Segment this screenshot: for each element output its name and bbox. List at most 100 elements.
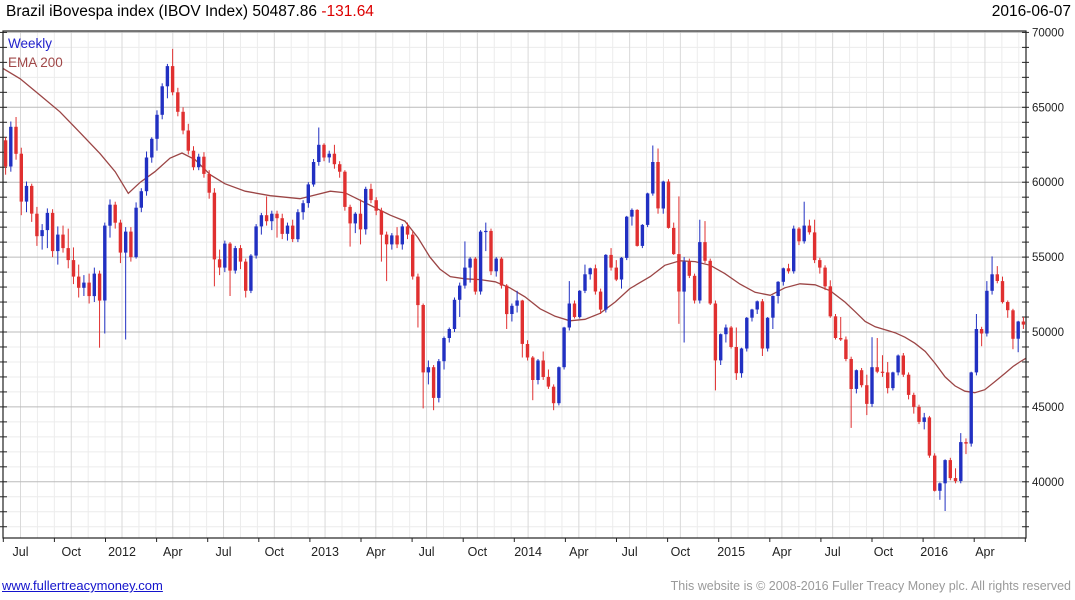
candle-up xyxy=(9,126,13,167)
candle-down xyxy=(264,215,269,222)
candle-up xyxy=(765,317,770,349)
candle-down xyxy=(933,455,937,491)
candle-down xyxy=(912,394,916,407)
candle-up xyxy=(578,290,582,317)
candle-down xyxy=(609,254,613,268)
x-axis-label: 2014 xyxy=(514,545,542,559)
candle-up xyxy=(588,268,592,275)
candle-up xyxy=(938,483,942,491)
candle-up xyxy=(259,215,264,227)
candle-up xyxy=(682,261,686,292)
candle-down xyxy=(635,209,639,246)
candle-down xyxy=(833,316,838,338)
candle-down xyxy=(687,261,691,276)
candle-down xyxy=(395,235,399,245)
candle-down xyxy=(332,153,337,165)
candle-down xyxy=(531,357,535,380)
page-footer: www.fullertreacymoney.com This website i… xyxy=(2,578,1073,598)
candle-up xyxy=(56,234,60,252)
x-axis-label: Jul xyxy=(825,545,841,559)
candle-up xyxy=(959,442,963,481)
candle-up xyxy=(463,267,467,286)
candle-down xyxy=(1000,281,1005,303)
x-axis-label: Jul xyxy=(622,545,638,559)
candle-down xyxy=(71,260,76,277)
candle-up xyxy=(625,216,629,258)
candle-down xyxy=(1006,302,1010,311)
candle-down xyxy=(656,162,660,209)
candle-up xyxy=(985,290,989,334)
x-axis-label: Apr xyxy=(772,545,791,559)
candle-down xyxy=(812,232,817,261)
candle-down xyxy=(828,286,832,317)
candle-up xyxy=(640,224,645,246)
candle-up xyxy=(92,273,96,297)
candle-down xyxy=(880,371,885,373)
candle-down xyxy=(823,267,827,287)
y-axis-label: 70000 xyxy=(1032,27,1064,39)
chart-page: Brazil iBovespa index (IBOV Index) 50487… xyxy=(0,0,1075,600)
candle-up xyxy=(437,361,441,398)
candle-up xyxy=(233,248,237,271)
footer-link[interactable]: www.fullertreacymoney.com xyxy=(2,578,163,593)
candle-down xyxy=(87,282,91,297)
candle-down xyxy=(338,164,342,172)
candle-down xyxy=(703,242,707,261)
candle-down xyxy=(614,267,618,280)
candle-up xyxy=(494,258,498,272)
candle-down xyxy=(677,254,681,292)
x-axis-label: Oct xyxy=(874,545,894,559)
candle-up xyxy=(285,225,290,234)
candle-up xyxy=(854,370,859,389)
candle-down xyxy=(807,225,812,233)
candle-down xyxy=(875,367,879,372)
x-axis-label: 2015 xyxy=(717,545,745,559)
candle-down xyxy=(708,260,712,304)
x-axis-label: Oct xyxy=(62,545,82,559)
candle-down xyxy=(348,206,352,224)
candle-up xyxy=(468,258,472,268)
candle-down xyxy=(379,210,384,235)
candle-down xyxy=(3,140,8,167)
candle-down xyxy=(505,285,509,315)
candle-down xyxy=(572,303,577,317)
x-axis-label: Jul xyxy=(216,545,232,559)
candle-up xyxy=(317,144,321,162)
candle-up xyxy=(870,367,874,404)
chart-legend: Weekly EMA 200 xyxy=(8,34,63,72)
candle-down xyxy=(546,376,551,387)
candle-up xyxy=(426,367,431,373)
candle-up xyxy=(802,225,806,242)
candle-up xyxy=(197,156,201,168)
candle-up xyxy=(1016,321,1020,339)
candle-up xyxy=(442,338,446,362)
candle-down xyxy=(499,258,504,286)
candle-up xyxy=(478,231,483,292)
candle-up xyxy=(270,213,274,222)
candle-down xyxy=(275,213,279,219)
candle-up xyxy=(922,417,926,422)
candle-down xyxy=(186,130,190,151)
candle-down xyxy=(849,359,853,389)
candle-up xyxy=(630,209,634,217)
candle-down xyxy=(77,276,81,288)
x-axis-label: Oct xyxy=(468,545,488,559)
candle-down xyxy=(212,192,217,260)
candle-up xyxy=(755,301,759,310)
candle-down xyxy=(118,222,123,253)
candle-down xyxy=(760,301,765,349)
y-axis-label: 40000 xyxy=(1032,477,1064,489)
candle-up xyxy=(45,212,50,231)
candle-up xyxy=(619,257,624,280)
candle-down xyxy=(129,231,133,258)
candle-down xyxy=(14,126,18,154)
candle-down xyxy=(839,338,843,340)
candle-down xyxy=(541,360,545,377)
candle-down xyxy=(411,234,415,277)
candle-down xyxy=(217,259,222,268)
candle-down xyxy=(343,171,347,207)
candle-up xyxy=(103,225,107,301)
y-axis-label: 45000 xyxy=(1032,402,1064,414)
candle-up xyxy=(536,360,540,380)
candle-down xyxy=(369,188,373,201)
